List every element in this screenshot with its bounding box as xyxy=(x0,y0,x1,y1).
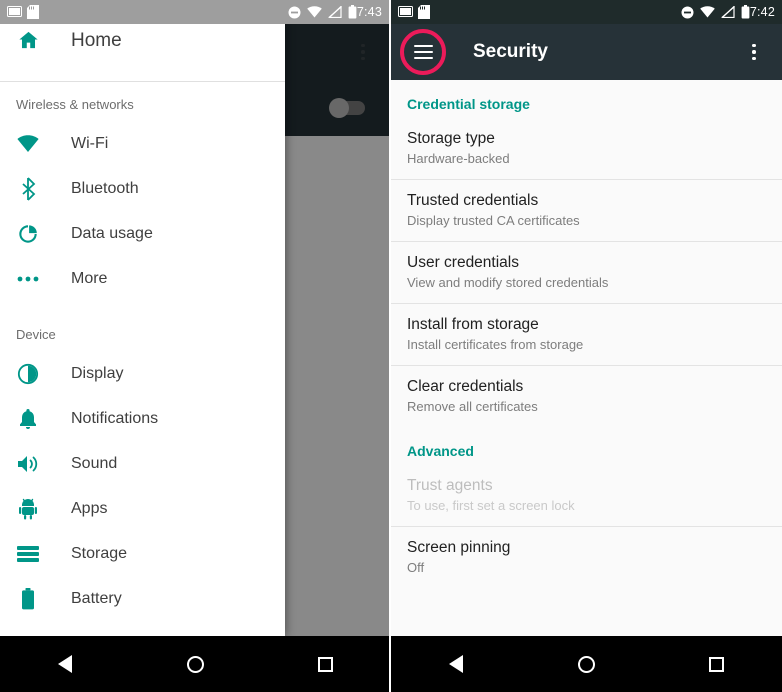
do-not-disturb-icon xyxy=(288,6,301,19)
do-not-disturb-icon xyxy=(681,6,694,19)
drawer-item-label: Notifications xyxy=(71,409,159,427)
drawer-item-sound[interactable]: Sound xyxy=(0,441,285,486)
pref-clear-credentials[interactable]: Clear credentials Remove all certificate… xyxy=(391,366,782,427)
drawer-item-more[interactable]: More xyxy=(0,256,285,301)
back-button[interactable] xyxy=(35,636,95,692)
security-app-bar: Security xyxy=(391,24,782,80)
overflow-menu-icon[interactable] xyxy=(734,30,774,74)
pref-title: User credentials xyxy=(407,254,519,271)
pref-subtitle: Remove all certificates xyxy=(407,399,538,414)
pref-screen-pinning[interactable]: Screen pinning Off xyxy=(391,527,782,588)
pref-title: Clear credentials xyxy=(407,378,524,395)
more-icon xyxy=(16,267,40,291)
drawer-item-label: More xyxy=(71,269,108,287)
display-icon xyxy=(16,362,40,386)
security-settings-list[interactable]: Credential storage Storage type Hardware… xyxy=(391,80,782,692)
sd-card-icon xyxy=(418,5,430,19)
pref-title: Trust agents xyxy=(407,477,493,494)
notifications-icon xyxy=(16,407,40,431)
screencast-icon xyxy=(7,5,22,19)
drawer-item-label: Bluetooth xyxy=(71,179,139,197)
signal-off-icon xyxy=(720,5,735,19)
section-header-advanced: Advanced xyxy=(407,443,474,459)
drawer-item-label: Apps xyxy=(71,499,108,517)
recents-button[interactable] xyxy=(296,636,356,692)
sd-card-icon xyxy=(27,5,39,19)
drawer-item-bluetooth[interactable]: Bluetooth xyxy=(0,166,285,211)
pref-subtitle: Install certificates from storage xyxy=(407,337,584,352)
drawer-group-wireless-title: Wireless & networks xyxy=(16,97,134,112)
left-navigation-bar xyxy=(0,636,389,692)
status-icons-right xyxy=(681,5,750,19)
navigation-menu-button[interactable] xyxy=(400,29,446,75)
data-usage-icon xyxy=(16,222,40,246)
drawer-item-label: Sound xyxy=(71,454,118,472)
status-icons-right xyxy=(288,5,357,19)
dual-screenshot-container: 7:43 evice can etooth d services ange th… xyxy=(0,0,782,692)
left-status-bar: 7:43 xyxy=(0,0,389,24)
wifi-icon xyxy=(307,6,322,18)
bluetooth-icon xyxy=(16,176,40,201)
status-icons-left xyxy=(398,5,430,19)
screencast-icon xyxy=(398,5,413,19)
pref-install-from-storage[interactable]: Install from storage Install certificate… xyxy=(391,304,782,366)
right-phone-screen: 7:42 Security Credential storage Storage… xyxy=(391,0,782,692)
drawer-item-label: Wi-Fi xyxy=(71,134,109,152)
pref-trusted-credentials[interactable]: Trusted credentials Display trusted CA c… xyxy=(391,180,782,242)
left-clock: 7:43 xyxy=(356,5,382,19)
navigation-drawer: Home Wireless & networks Wi-Fi Bluetooth xyxy=(0,0,285,636)
page-title: Security xyxy=(473,41,548,62)
pref-title: Install from storage xyxy=(407,316,539,333)
signal-off-icon xyxy=(327,5,342,19)
pref-subtitle: Display trusted CA certificates xyxy=(407,213,580,228)
apps-icon xyxy=(16,497,40,521)
pref-subtitle: Hardware-backed xyxy=(407,151,510,166)
home-button[interactable] xyxy=(556,636,616,692)
section-header-credential-storage: Credential storage xyxy=(407,96,530,112)
pref-subtitle: To use, first set a screen lock xyxy=(407,498,575,513)
tap-highlight-ring xyxy=(400,29,446,75)
home-icon xyxy=(16,29,40,53)
pref-subtitle: Off xyxy=(407,560,425,575)
recents-button[interactable] xyxy=(687,636,747,692)
home-button[interactable] xyxy=(165,636,225,692)
battery-icon xyxy=(741,5,750,19)
drawer-item-display[interactable]: Display xyxy=(0,351,285,396)
drawer-item-label: Storage xyxy=(71,544,128,562)
pref-trust-agents: Trust agents To use, first set a screen … xyxy=(391,465,782,527)
pref-user-credentials[interactable]: User credentials View and modify stored … xyxy=(391,242,782,304)
right-navigation-bar xyxy=(391,636,782,692)
drawer-item-label: Display xyxy=(71,364,124,382)
drawer-item-label: Battery xyxy=(71,589,122,607)
battery-icon xyxy=(348,5,357,19)
right-clock: 7:42 xyxy=(749,5,775,19)
pref-storage-type[interactable]: Storage type Hardware-backed xyxy=(391,118,782,180)
battery-icon xyxy=(16,587,40,611)
drawer-item-data-usage[interactable]: Data usage xyxy=(0,211,285,256)
right-status-bar: 7:42 xyxy=(391,0,782,24)
wifi-icon xyxy=(16,132,40,156)
status-icons-left xyxy=(7,5,39,19)
wifi-icon xyxy=(700,6,715,18)
drawer-item-storage[interactable]: Storage xyxy=(0,531,285,576)
drawer-item-battery[interactable]: Battery xyxy=(0,576,285,621)
drawer-home-label: Home xyxy=(71,29,122,51)
drawer-group-device-title: Device xyxy=(16,327,56,342)
drawer-item-apps[interactable]: Apps xyxy=(0,486,285,531)
storage-icon xyxy=(16,542,40,566)
left-phone-screen: 7:43 evice can etooth d services ange th… xyxy=(0,0,391,692)
drawer-item-label: Data usage xyxy=(71,224,153,242)
pref-subtitle: View and modify stored credentials xyxy=(407,275,609,290)
pref-title: Trusted credentials xyxy=(407,192,539,209)
pref-title: Storage type xyxy=(407,130,495,147)
sound-icon xyxy=(16,452,40,476)
back-button[interactable] xyxy=(426,636,486,692)
drawer-item-notifications[interactable]: Notifications xyxy=(0,396,285,441)
drawer-item-wifi[interactable]: Wi-Fi xyxy=(0,121,285,166)
pref-title: Screen pinning xyxy=(407,539,511,556)
